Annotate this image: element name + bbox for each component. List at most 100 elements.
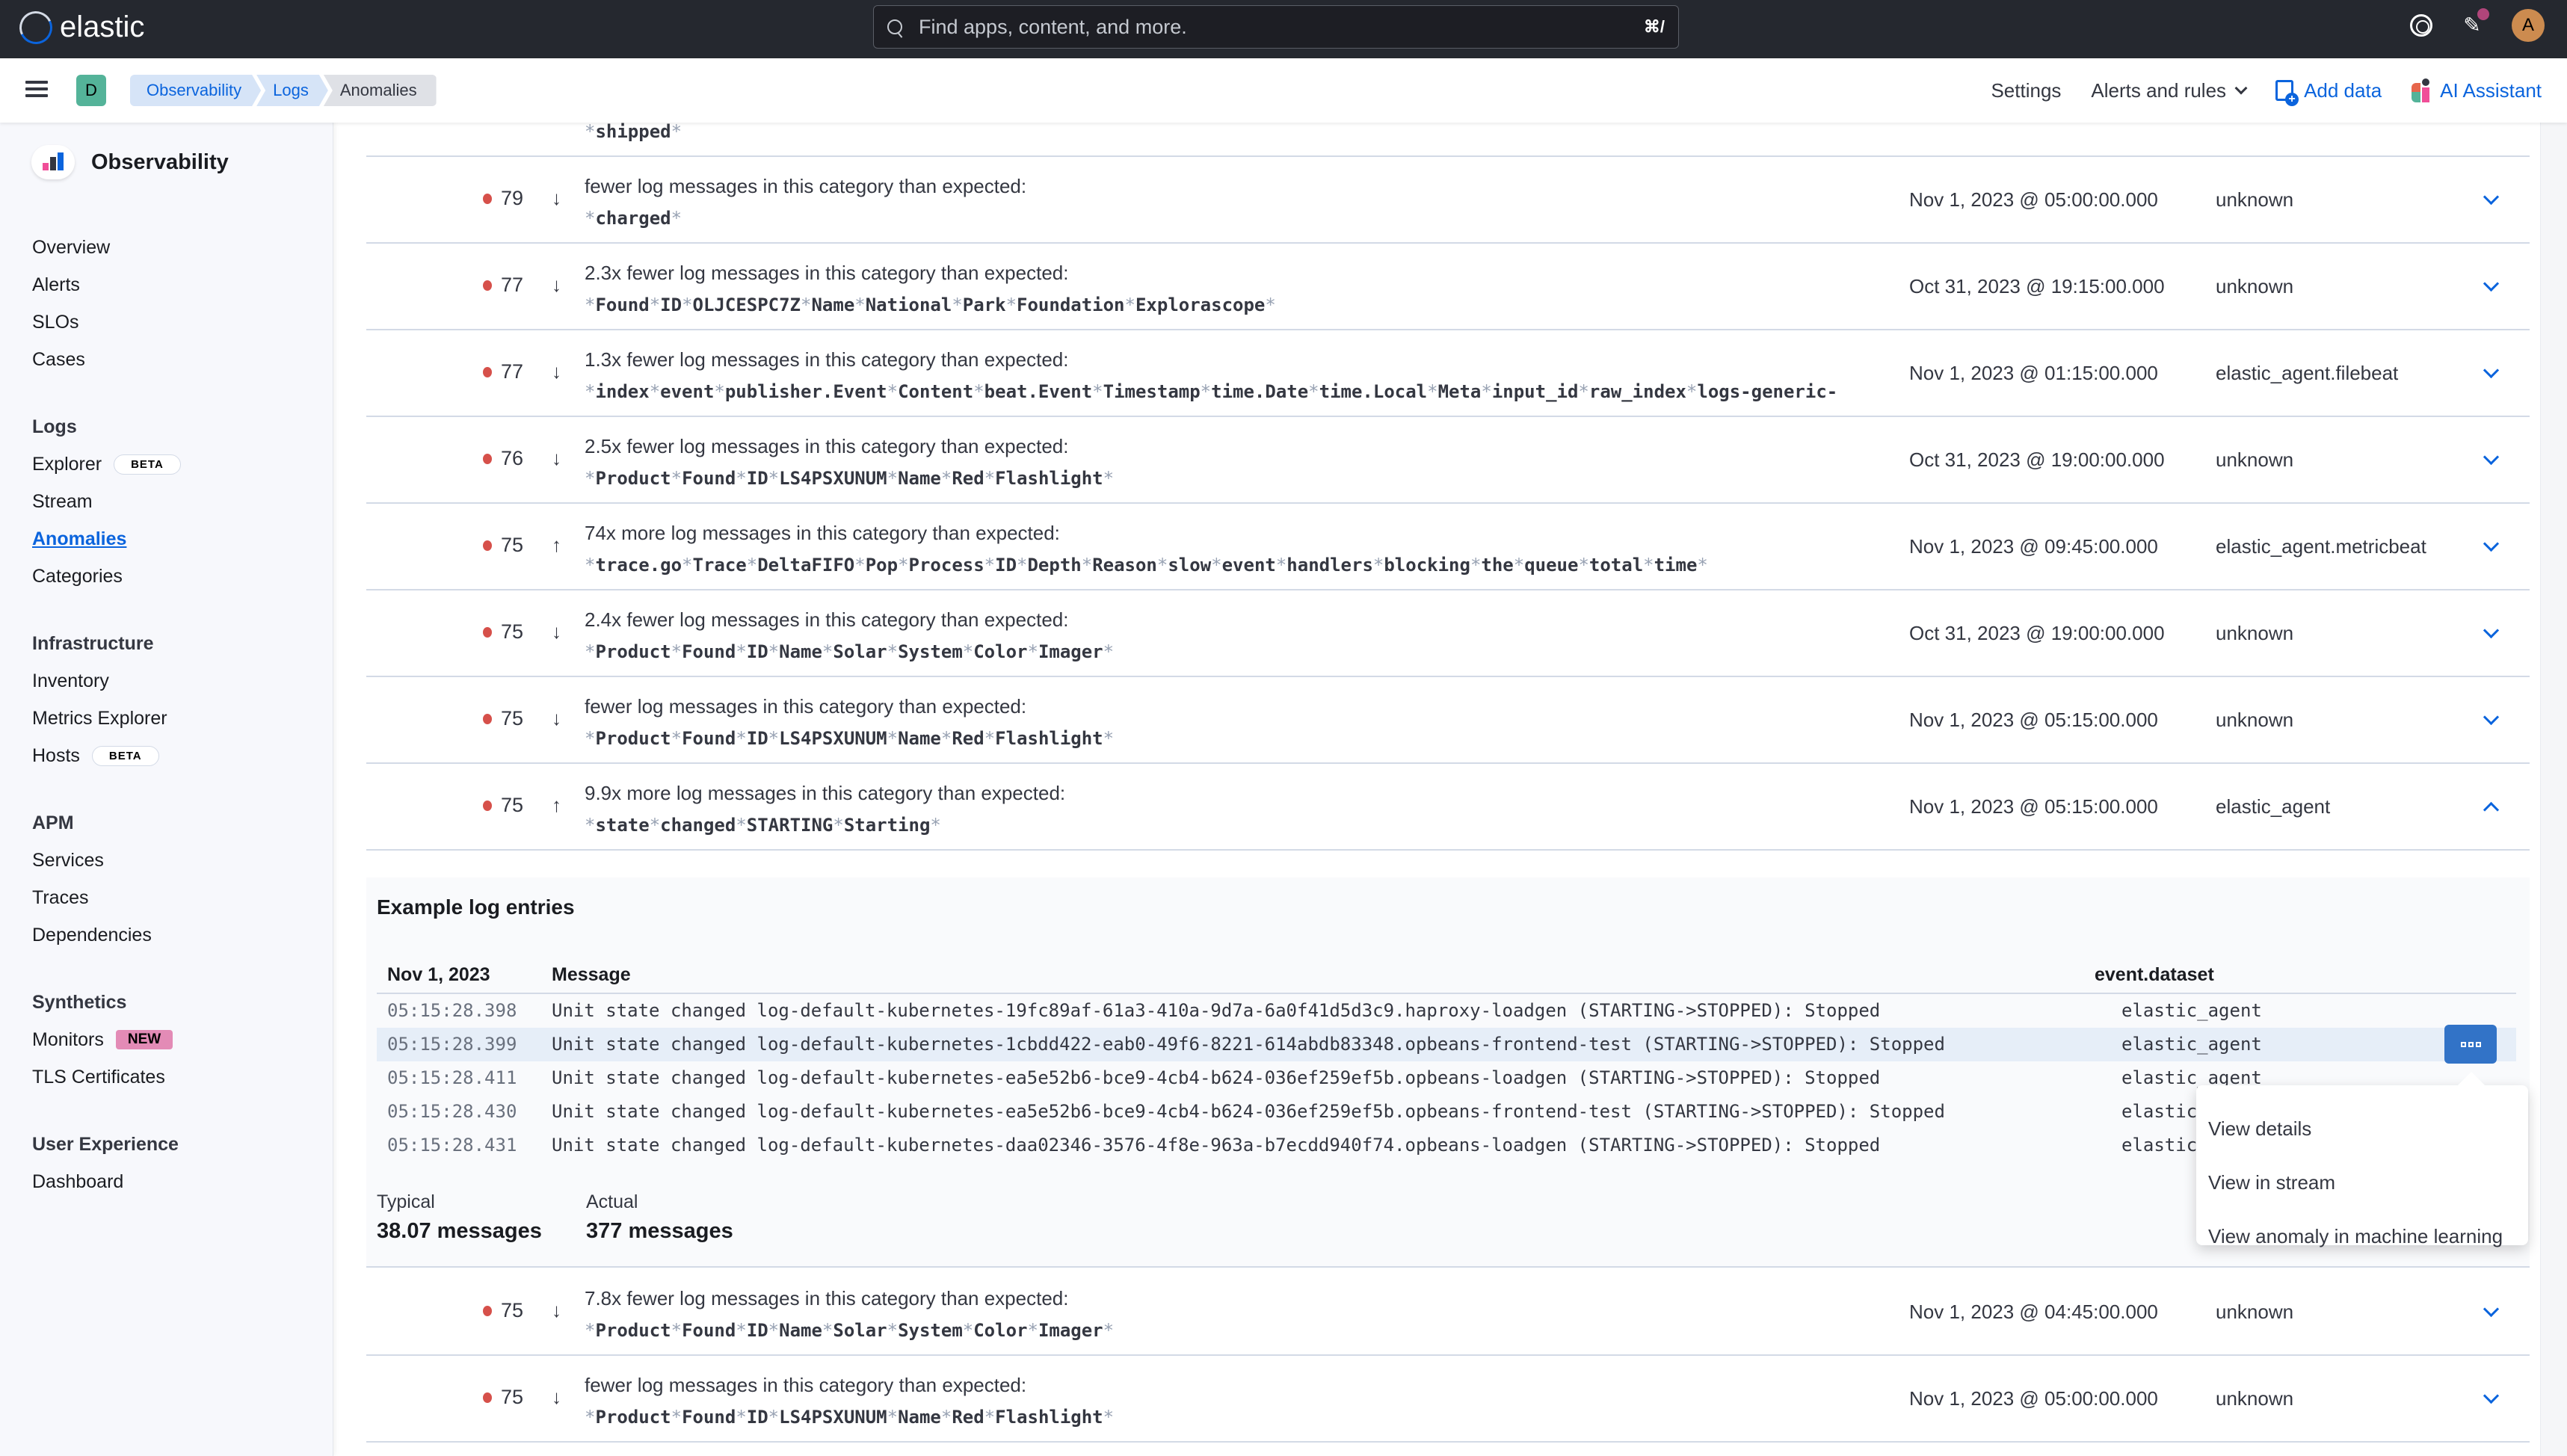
anomaly-dataset: unknown xyxy=(2216,448,2294,471)
breadcrumb-logs[interactable]: Logs xyxy=(256,75,328,106)
wildcard-separator: * xyxy=(671,123,682,142)
sidebar-item-monitors[interactable]: Monitors NEW xyxy=(32,1021,316,1058)
ai-assistant-button[interactable]: AI Assistant xyxy=(2412,78,2542,102)
menu-item-view-anomaly-in-machine-learning[interactable]: View anomaly in machine learning xyxy=(2196,1209,2528,1263)
row-actions-button[interactable] xyxy=(2444,1025,2497,1064)
sidebar: Observability Overview Alerts SLOs Cases Log… xyxy=(0,123,333,1456)
wildcard-separator: * xyxy=(682,555,693,576)
sidebar-item-hosts[interactable]: Hosts BETA xyxy=(32,737,316,774)
collapse-row-chevron-up-icon[interactable] xyxy=(2483,798,2498,813)
wildcard-separator: * xyxy=(1372,555,1384,576)
alerts-and-rules-menu[interactable]: Alerts and rules xyxy=(2091,79,2248,102)
expand-row-chevron-down-icon[interactable] xyxy=(2483,1390,2498,1405)
log-entry-row[interactable]: 05:15:28.411 Unit state changed log-defau… xyxy=(377,1061,2516,1095)
sidebar-item-cases[interactable]: Cases xyxy=(32,341,316,378)
add-data-button[interactable]: Add data xyxy=(2275,79,2382,106)
wildcard-separator: * xyxy=(1643,555,1654,576)
sidebar-nav: Overview Alerts SLOs Cases Logs Explorer BETA S… xyxy=(32,229,316,1200)
category-pattern: *Product*Found*ID*LS4PSXUNUM*Name*Red*Fl… xyxy=(585,468,1114,489)
expand-row-chevron-down-icon[interactable] xyxy=(2483,1304,2498,1318)
expand-row-chevron-down-icon[interactable] xyxy=(2483,191,2498,206)
wildcard-separator: * xyxy=(671,1320,682,1341)
log-entry-row[interactable]: 05:15:28.399 Unit state changed log-defau… xyxy=(377,1025,2516,1064)
wildcard-separator: * xyxy=(671,728,682,749)
news-feed-icon[interactable]: ✎ xyxy=(2459,8,2489,38)
expand-row-chevron-down-icon[interactable] xyxy=(2483,451,2498,466)
column-header-message: Message xyxy=(552,964,631,985)
pattern-token: Solar xyxy=(833,641,887,662)
sidebar-item-dashboard[interactable]: Dashboard xyxy=(32,1163,316,1200)
pattern-token: total xyxy=(1588,555,1644,576)
menu-item-view-details[interactable]: View details xyxy=(2196,1102,2528,1156)
severity-dot-icon xyxy=(483,366,492,377)
typical-value: 38.07 messages xyxy=(377,1219,542,1243)
wildcard-separator: * xyxy=(887,468,899,489)
sidebar-group-apm: APM xyxy=(32,812,74,833)
elastic-logo[interactable]: elastic xyxy=(14,6,145,49)
expand-row-chevron-down-icon[interactable] xyxy=(2483,625,2498,640)
anomaly-dataset: elastic_agent.metricbeat xyxy=(2216,535,2426,558)
wildcard-separator: * xyxy=(940,1407,952,1428)
pattern-token: System xyxy=(898,1320,963,1341)
sidebar-item-stream[interactable]: Stream xyxy=(32,483,316,520)
pattern-token: National xyxy=(865,294,952,315)
anomaly-score-value: 75 xyxy=(501,1386,524,1408)
sidebar-item-overview[interactable]: Overview xyxy=(32,229,316,266)
wildcard-separator: * xyxy=(1686,381,1698,402)
global-search-input[interactable]: Find apps, content, and more. ⌘/ xyxy=(873,5,1679,49)
arrow-down-icon: ↓ xyxy=(552,620,561,643)
anomaly-description: fewer log messages in this category than… xyxy=(585,175,1027,197)
sidebar-item-inventory[interactable]: Inventory xyxy=(32,662,316,700)
anomaly-timestamp: Nov 1, 2023 @ 05:15:00.000 xyxy=(1909,795,2158,818)
menu-toggle-icon[interactable] xyxy=(25,81,48,97)
sidebar-item-tls-certificates[interactable]: TLS Certificates xyxy=(32,1058,316,1096)
pattern-token: Found xyxy=(682,728,736,749)
pattern-token: Imager xyxy=(1038,1320,1103,1341)
help-icon[interactable] xyxy=(2410,14,2432,37)
anomaly-score-value: 75 xyxy=(501,794,524,816)
sidebar-item-traces[interactable]: Traces xyxy=(32,879,316,916)
expand-row-chevron-down-icon[interactable] xyxy=(2483,538,2498,553)
sidebar-title: Observability xyxy=(91,149,229,174)
user-avatar[interactable]: A xyxy=(2512,9,2545,42)
pattern-token: handlers xyxy=(1286,555,1373,576)
sidebar-item-dependencies[interactable]: Dependencies xyxy=(32,916,316,954)
log-entry-time: 05:15:28.430 xyxy=(387,1101,517,1122)
sidebar-item-metrics-explorer[interactable]: Metrics Explorer xyxy=(32,700,316,737)
log-entry-row[interactable]: 05:15:28.431 Unit state changed log-defau… xyxy=(377,1129,2516,1162)
category-pattern: *index*event*publisher.Event*Content*bea… xyxy=(585,381,1837,402)
sidebar-item-alerts[interactable]: Alerts xyxy=(32,266,316,303)
anomaly-dataset: unknown xyxy=(2216,275,2294,297)
space-selector[interactable]: D xyxy=(76,75,106,106)
menu-item-view-in-stream[interactable]: View in stream xyxy=(2196,1156,2528,1209)
sidebar-item-explorer[interactable]: Explorer BETA xyxy=(32,445,316,483)
wildcard-separator: * xyxy=(887,381,899,402)
sidebar-item-slos[interactable]: SLOs xyxy=(32,303,316,341)
pattern-token: ID xyxy=(746,641,768,662)
log-entry-row[interactable]: 05:15:28.430 Unit state changed log-defau… xyxy=(377,1095,2516,1129)
sidebar-item-anomalies[interactable]: Anomalies xyxy=(32,520,316,558)
pattern-token: event xyxy=(660,381,715,402)
expand-row-chevron-down-icon[interactable] xyxy=(2483,365,2498,380)
brand-name: elastic xyxy=(60,10,145,43)
expand-row-chevron-down-icon[interactable] xyxy=(2483,278,2498,293)
sidebar-item-categories[interactable]: Categories xyxy=(32,558,316,595)
wildcard-separator: * xyxy=(1470,555,1482,576)
pattern-token: ID xyxy=(746,728,768,749)
settings-link[interactable]: Settings xyxy=(1991,79,2061,102)
sidebar-item-services[interactable]: Services xyxy=(32,842,316,879)
wildcard-separator: * xyxy=(1027,641,1038,662)
page-scrollbar[interactable] xyxy=(2540,123,2567,1456)
log-entry-row[interactable]: 05:15:28.398 Unit state changed log-defau… xyxy=(377,994,2516,1028)
actual-value: 377 messages xyxy=(586,1219,733,1243)
anomaly-row: 77 ↓ 1.3x fewer log messages in this categ… xyxy=(366,330,2530,417)
wildcard-separator: * xyxy=(682,294,693,315)
anomaly-score-value: 76 xyxy=(501,447,524,469)
breadcrumb-observability[interactable]: Observability xyxy=(130,75,261,106)
pattern-token: Found xyxy=(682,1407,736,1428)
wildcard-separator: * xyxy=(736,1407,747,1428)
arrow-down-icon: ↓ xyxy=(552,1299,561,1321)
expand-row-chevron-down-icon[interactable] xyxy=(2483,712,2498,727)
pattern-token: the xyxy=(1481,555,1514,576)
wildcard-separator: * xyxy=(887,641,899,662)
